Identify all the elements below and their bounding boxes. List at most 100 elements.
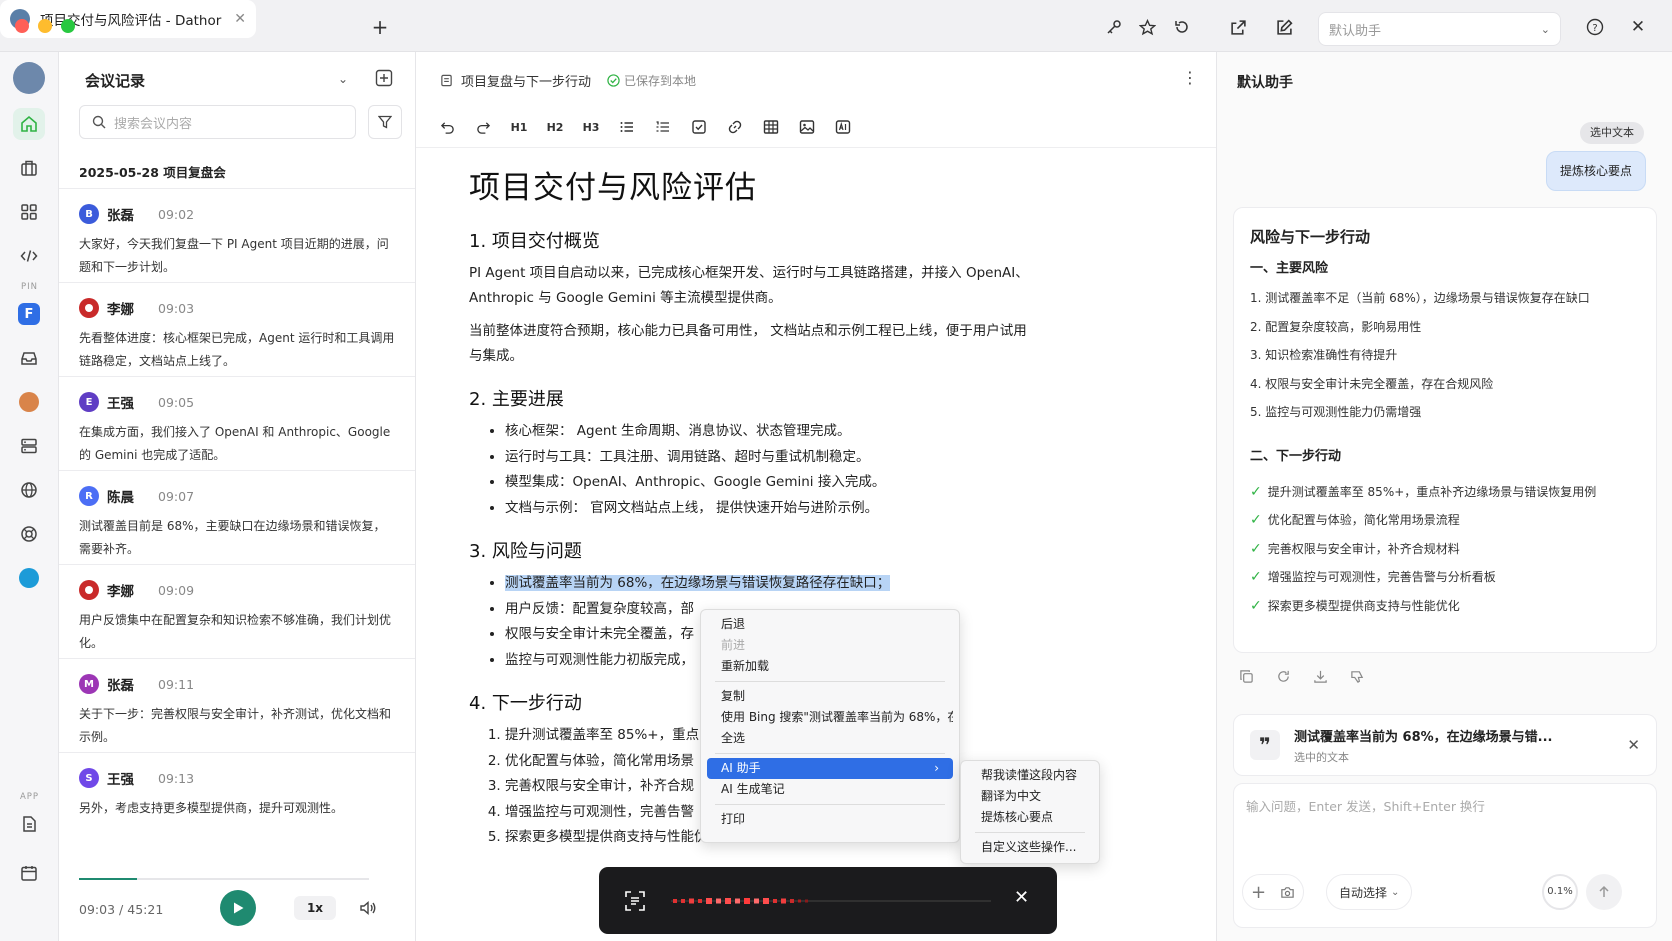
message-item[interactable]: R 陈晨 09:07 测试覆盖目前是 68%，主要缺口在边缘场景和错误恢复，需要补齐。: [59, 470, 415, 570]
heading2-button[interactable]: H2: [542, 114, 568, 140]
home-icon[interactable]: [13, 108, 45, 140]
attach-group: +: [1242, 874, 1305, 910]
menu-item-select-all[interactable]: 全选: [707, 728, 953, 749]
copy-icon[interactable]: [1239, 669, 1254, 684]
message-item[interactable]: 李娜 09:03 先看整体进度：核心框架已完成，Agent 运行时和工具调用链路稳定…: [59, 282, 415, 382]
regenerate-icon[interactable]: [1276, 669, 1291, 684]
recording-bar: ✕: [599, 867, 1057, 934]
add-meeting-icon[interactable]: [375, 69, 393, 87]
code-icon[interactable]: [13, 240, 45, 272]
message-item[interactable]: E 王强 09:05 在集成方面，我们接入了 OpenAI 和 Anthropic、G…: [59, 376, 415, 476]
section1-paragraph1: PI Agent 项目自启动以来，已完成核心框架开发、运行时与工具链路搭建，并接…: [469, 265, 1029, 306]
calendar-icon[interactable]: [13, 857, 45, 889]
minimize-window-button[interactable]: [38, 19, 52, 33]
table-icon[interactable]: [758, 114, 784, 140]
grid-icon[interactable]: [13, 196, 45, 228]
action-item: ✓ 增强监控与可观测性，完善告警与分析看板: [1250, 563, 1640, 592]
editor-header: 项目复盘与下一步行动 已保存到本地: [440, 71, 696, 90]
support-icon[interactable]: [13, 518, 45, 550]
list-item-selected: 测试覆盖率当前为 68%，在边缘场景与错误恢复路径存在缺口；: [505, 571, 1029, 597]
message-item[interactable]: M 张磊 09:11 关于下一步：完善权限与安全审计，补齐测试，优化文档和示例。: [59, 658, 415, 758]
document-icon[interactable]: [13, 808, 45, 840]
briefcase-icon[interactable]: [13, 152, 45, 184]
globe-icon[interactable]: [13, 474, 45, 506]
filter-button[interactable]: [368, 105, 402, 139]
playback-progress: [79, 878, 137, 880]
heading3-button[interactable]: H3: [578, 114, 604, 140]
thumbs-down-icon[interactable]: [1350, 669, 1365, 684]
total-time: 45:21: [127, 902, 164, 917]
maximize-window-button[interactable]: [61, 19, 75, 33]
close-recording-icon[interactable]: ✕: [1014, 887, 1029, 908]
assistant-select[interactable]: 默认助手 ⌄: [1318, 12, 1561, 46]
submenu-item-customize[interactable]: 自定义这些操作...: [967, 837, 1093, 858]
menu-item-ai-notes[interactable]: AI 生成笔记: [707, 779, 953, 800]
volume-icon[interactable]: [359, 899, 377, 917]
browser-tab[interactable]: 项目交付与风险评估 - Dathor ✕: [0, 0, 256, 38]
download-icon[interactable]: [1313, 669, 1328, 684]
refresh-icon[interactable]: [1168, 13, 1196, 41]
chat-input[interactable]: 输入问题，Enter 发送，Shift+Enter 换行: [1246, 796, 1485, 815]
menu-item-copy[interactable]: 复制: [707, 686, 953, 707]
send-button[interactable]: [1586, 874, 1622, 910]
link-icon[interactable]: [722, 114, 748, 140]
message-time: 09:03: [158, 300, 195, 316]
close-icon[interactable]: ✕: [1624, 13, 1652, 41]
chevron-down-icon[interactable]: ⌄: [338, 72, 348, 86]
pinned-app-f[interactable]: F: [13, 298, 45, 330]
message-time: 09:11: [158, 676, 195, 692]
heading1-button[interactable]: H1: [506, 114, 532, 140]
submenu-item-summarize[interactable]: 提炼核心要点: [967, 807, 1093, 828]
message-item[interactable]: S 王强 09:13 另外，考虑支持更多模型提供商，提升可观测性。: [59, 752, 415, 852]
submenu-item-explain[interactable]: 帮我读懂这段内容: [967, 765, 1093, 786]
model-select[interactable]: 自动选择 ⌄: [1326, 874, 1413, 910]
more-options-icon[interactable]: ⋮: [1182, 68, 1198, 87]
play-button[interactable]: [220, 890, 256, 926]
response-actions: [1239, 669, 1365, 684]
image-icon[interactable]: [794, 114, 820, 140]
server-icon[interactable]: [13, 430, 45, 462]
speed-button[interactable]: 1x: [294, 896, 336, 920]
help-icon[interactable]: ?: [1581, 13, 1609, 41]
key-icon[interactable]: [1100, 13, 1128, 41]
meeting-search-input[interactable]: 搜索会议内容: [79, 105, 356, 139]
menu-item-forward[interactable]: 前进: [707, 635, 953, 656]
inbox-icon[interactable]: [13, 342, 45, 374]
share-icon[interactable]: [1224, 13, 1252, 41]
bullet-list-icon[interactable]: [614, 114, 640, 140]
fox-app-icon[interactable]: [13, 386, 45, 418]
action-item-text: 增强监控与可观测性，完善告警与分析看板: [1267, 570, 1496, 584]
message-text: 在集成方面，我们接入了 OpenAI 和 Anthropic、Google 的 …: [79, 425, 391, 462]
submenu-item-translate[interactable]: 翻译为中文: [967, 786, 1093, 807]
selected-text[interactable]: 测试覆盖率当前为 68%，在边缘场景与错误恢复路径存在缺口；: [505, 575, 891, 591]
menu-item-print[interactable]: 打印: [707, 809, 953, 830]
star-icon[interactable]: [1133, 13, 1161, 41]
camera-icon[interactable]: [1280, 885, 1295, 900]
swirl-app-icon[interactable]: [13, 562, 45, 594]
current-time: 09:03: [79, 902, 116, 917]
undo-icon[interactable]: [434, 114, 460, 140]
risk-item: 3. 知识检索准确性有待提升: [1250, 348, 1398, 362]
editor-toolbar: H1 H2 H3: [434, 109, 856, 145]
ai-icon[interactable]: [830, 114, 856, 140]
checkbox-icon[interactable]: [686, 114, 712, 140]
close-window-button[interactable]: [15, 19, 29, 33]
playback-track[interactable]: [79, 878, 369, 880]
user-avatar[interactable]: [13, 62, 45, 94]
edit-icon[interactable]: [1270, 13, 1298, 41]
close-tab-icon[interactable]: ✕: [234, 11, 246, 27]
remove-quote-icon[interactable]: ✕: [1627, 736, 1640, 754]
message-item[interactable]: B 张磊 09:02 大家好，今天我们复盘一下 PI Agent 项目近期的进展，问题…: [59, 188, 415, 288]
menu-item-ai-assistant[interactable]: AI 助手 ›: [707, 758, 953, 779]
message-item[interactable]: 李娜 09:09 用户反馈集中在配置复杂和知识检索不够准确，我们计划优化。: [59, 564, 415, 664]
add-attachment-icon[interactable]: +: [1251, 882, 1266, 903]
screen-capture-icon[interactable]: [623, 889, 647, 913]
menu-item-bing-search[interactable]: 使用 Bing 搜索"测试覆盖率当前为 68%，在...: [707, 707, 953, 728]
speaker-name: 陈晨: [107, 490, 134, 506]
new-tab-icon[interactable]: +: [366, 13, 394, 41]
numbered-list-icon[interactable]: [650, 114, 676, 140]
avatar: M: [79, 674, 99, 694]
menu-item-reload[interactable]: 重新加载: [707, 656, 953, 677]
menu-item-back[interactable]: 后退: [707, 614, 953, 635]
redo-icon[interactable]: [470, 114, 496, 140]
